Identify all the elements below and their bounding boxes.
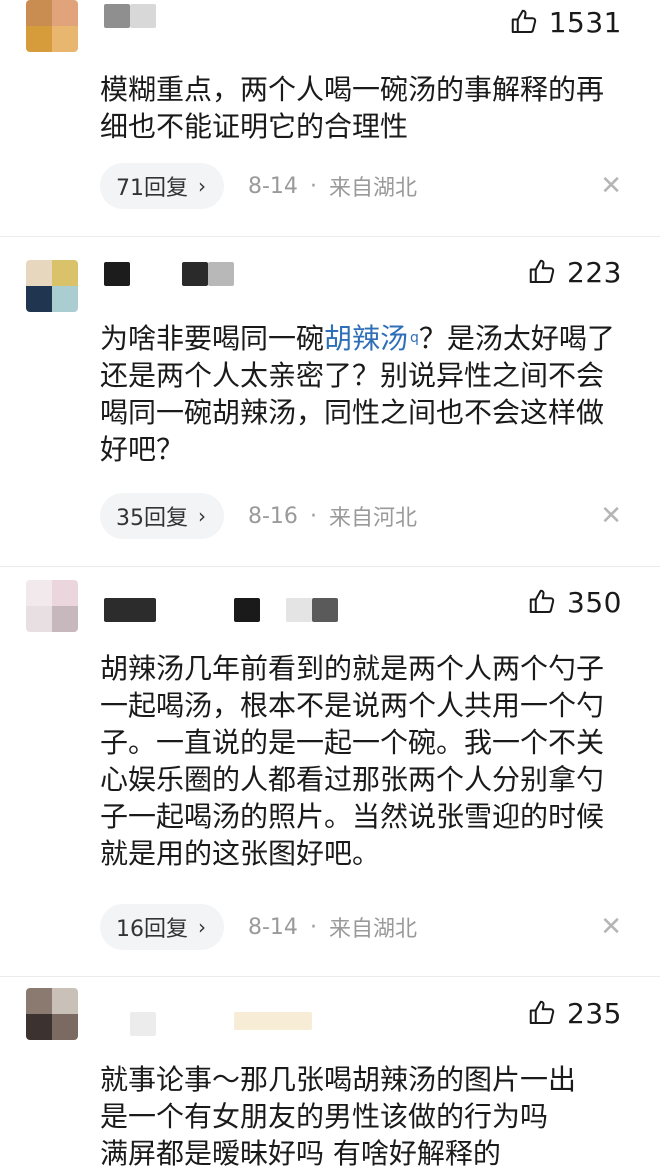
like-button[interactable]: 350 [527, 584, 622, 620]
comment-date: 8-14 [248, 914, 298, 940]
like-count: 350 [567, 585, 622, 619]
like-button[interactable]: 235 [527, 995, 622, 1031]
chevron-right-icon: › [198, 504, 206, 528]
meta-separator: · [309, 503, 317, 529]
divider [0, 976, 660, 977]
username-badge [130, 4, 156, 28]
comment-meta: 16回复 › 8-14 · 来自湖北 ✕ [100, 904, 630, 950]
like-count: 235 [567, 996, 622, 1030]
meta-separator: · [309, 173, 317, 199]
username-badge [312, 598, 338, 622]
avatar[interactable] [26, 988, 78, 1040]
username[interactable] [104, 598, 156, 622]
meta-separator: · [309, 914, 317, 940]
comment-line: 是一个有女朋友的男性该做的行为吗 [100, 1100, 549, 1133]
close-icon[interactable]: ✕ [600, 171, 630, 201]
comment-meta: 35回复 › 8-16 · 来自河北 ✕ [100, 493, 630, 539]
comment-location: 来自湖北 [328, 917, 417, 942]
comment-line: 就事论事～那几张喝胡辣汤的图片一出 [100, 1063, 577, 1096]
topic-link-label: 胡辣汤 [324, 322, 409, 355]
like-button[interactable]: 223 [527, 254, 622, 290]
comment-text: 为啥非要喝同一碗胡辣汤 q？是汤太好喝了还是两个人太亲密了？别说异性之间不会喝同一… [100, 320, 630, 468]
thumbs-up-icon [529, 259, 555, 283]
search-icon: q [410, 330, 419, 346]
close-icon[interactable]: ✕ [600, 501, 630, 531]
comment-text-start: 为啥非要喝同一碗 [100, 322, 325, 355]
topic-link[interactable]: 胡辣汤 q [324, 322, 419, 355]
avatar[interactable] [26, 580, 78, 632]
username [234, 598, 260, 622]
comment-text: 模糊重点，两个人喝一碗汤的事解释的再细也不能证明它的合理性 [100, 73, 605, 143]
replies-count: 71回复 [116, 176, 188, 201]
username[interactable] [130, 1012, 156, 1036]
chevron-right-icon: › [198, 174, 206, 198]
like-count: 223 [567, 255, 622, 289]
username[interactable] [104, 4, 130, 28]
username [182, 262, 208, 286]
replies-count: 16回复 [116, 917, 188, 942]
comment-meta: 71回复 › 8-14 · 来自湖北 ✕ [100, 163, 630, 209]
comment-date: 8-16 [248, 503, 298, 529]
divider [0, 566, 660, 567]
username-badge [208, 262, 234, 286]
comment-location: 来自湖北 [328, 176, 417, 201]
username[interactable] [104, 262, 130, 286]
comment-text: 就事论事～那几张喝胡辣汤的图片一出 是一个有女朋友的男性该做的行为吗 满屏都是暧… [100, 1061, 630, 1172]
like-button[interactable]: 1531 [509, 4, 622, 40]
replies-button[interactable]: 16回复 › [100, 904, 224, 950]
comment-text: 胡辣汤几年前看到的就是两个人两个勺子一起喝汤，根本不是说两个人共用一个勺子。一直… [100, 652, 605, 870]
chevron-right-icon: › [198, 915, 206, 939]
comment-date: 8-14 [248, 173, 298, 199]
replies-button[interactable]: 35回复 › [100, 493, 224, 539]
thumbs-up-icon [511, 9, 536, 33]
comment-location: 来自河北 [328, 506, 417, 531]
like-count: 1531 [548, 5, 622, 39]
comment-line: 满屏都是暧昧好吗 有啥好解释的 [100, 1137, 501, 1170]
username [286, 598, 312, 622]
divider [0, 236, 660, 237]
avatar[interactable] [26, 0, 78, 52]
close-icon[interactable]: ✕ [600, 912, 630, 942]
avatar[interactable] [26, 260, 78, 312]
replies-count: 35回复 [116, 506, 188, 531]
username-badge [234, 1012, 312, 1030]
thumbs-up-icon [529, 1000, 555, 1024]
thumbs-up-icon [529, 589, 555, 613]
replies-button[interactable]: 71回复 › [100, 163, 224, 209]
